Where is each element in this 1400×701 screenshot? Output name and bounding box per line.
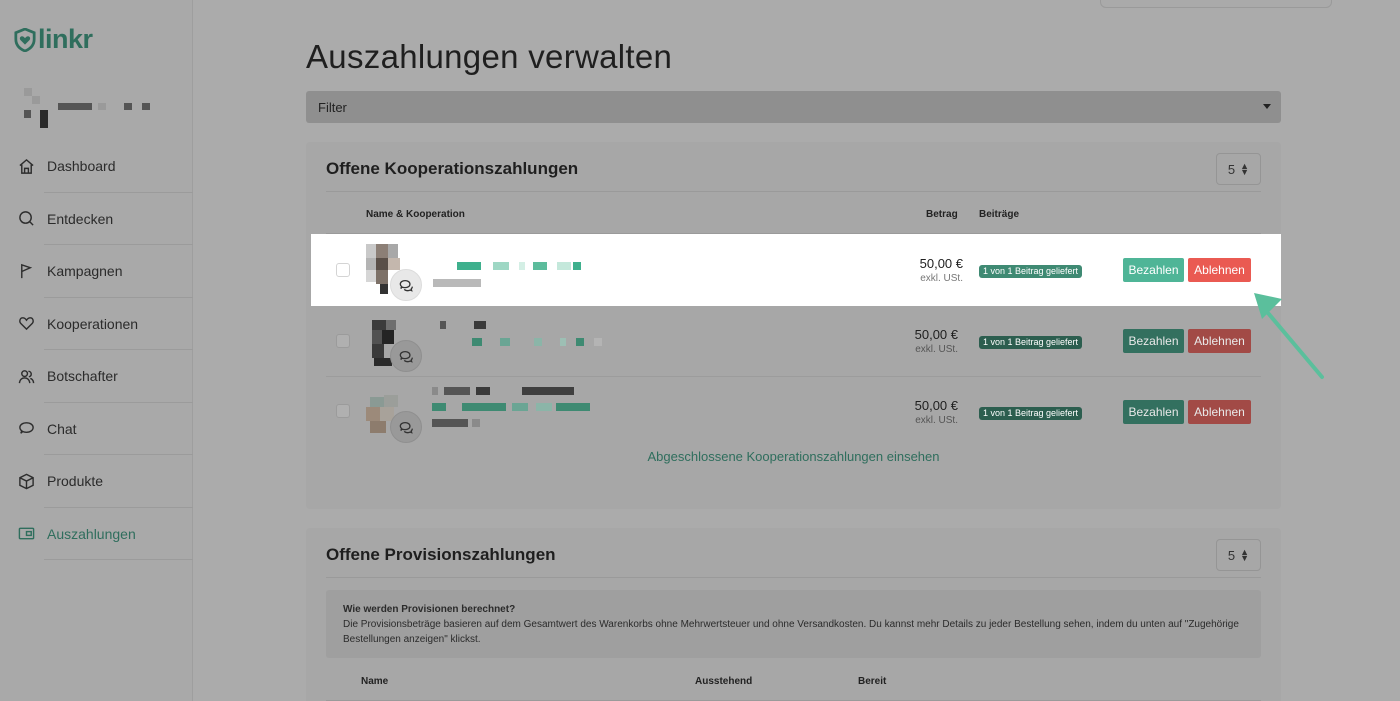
tax-note: exkl. USt. [915,344,958,355]
amount: 50,00 € exkl. USt. [920,256,963,284]
linkr-logo[interactable]: linkr [14,24,93,55]
info-text: Die Provisionsbeträge basieren auf dem G… [343,619,1239,645]
cooperation-name-blurred [432,387,582,395]
sidebar-item-label: Auszahlungen [47,525,136,542]
tax-note: exkl. USt. [915,415,958,426]
sort-arrows-icon: ▲ ▼ [1240,161,1250,177]
row-checkbox[interactable] [336,263,350,277]
chat-icon [399,279,413,292]
sidebar-nav: Dashboard Entdecken Kampagnen Kooperatio… [0,140,193,560]
amount-value: 50,00 € [919,256,963,271]
search-icon [18,210,35,227]
sidebar-item-label: Dashboard [47,158,116,175]
pay-button[interactable]: Bezahlen [1123,400,1184,424]
chat-icon [18,420,35,437]
creator-name-blurred [432,403,602,411]
annotation-arrow-icon [1254,293,1324,379]
page-size-value: 5 [1227,161,1236,177]
account-dropdown-edge[interactable] [1100,0,1332,8]
creator-name-blurred [440,338,610,346]
cooperation-name-blurred [440,321,490,329]
reject-button[interactable]: Ablehnen [1188,400,1251,424]
brand-name: linkr [38,24,93,54]
wallet-icon [18,525,35,542]
filter-dropdown[interactable]: Filter [306,91,1281,123]
posts-status-badge: 1 von 1 Beitrag geliefert [979,265,1083,278]
caret-down-icon [1263,104,1271,109]
sidebar-item-label: Chat [47,420,77,437]
flag-icon [18,263,35,280]
profile-avatar-blurred[interactable] [24,88,164,130]
chat-button[interactable] [390,269,422,301]
chat-button[interactable] [390,411,422,443]
column-header-amount: Betrag [926,209,958,220]
heart-icon [18,315,35,332]
sort-arrows-icon: ▲ ▼ [1240,547,1250,563]
card-title: Offene Kooperationszahlungen [326,159,579,178]
info-title: Wie werden Provisionen berechnet? [343,604,516,615]
sidebar-item-kooperationen[interactable]: Kooperationen [0,298,193,351]
home-icon [18,158,35,175]
sidebar-item-kampagnen[interactable]: Kampagnen [0,245,193,298]
sidebar-item-chat[interactable]: Chat [0,403,193,456]
page-title: Auszahlungen verwalten [306,38,673,75]
column-header-posts: Beiträge [979,209,1020,220]
column-header-name: Name & Kooperation [366,209,465,220]
sidebar-item-auszahlungen[interactable]: Auszahlungen [0,508,193,561]
row-checkbox[interactable] [336,404,350,418]
posts-status-badge: 1 von 1 Beitrag geliefert [979,407,1083,420]
page-size-value: 5 [1227,547,1236,563]
creator-handle-blurred [432,419,482,427]
shield-heart-icon [14,27,36,52]
posts-status-badge: 1 von 1 Beitrag geliefert [979,336,1083,349]
divider [326,191,1261,192]
chat-icon [399,350,413,363]
row-checkbox[interactable] [336,334,350,348]
closed-payments-link[interactable]: Abgeschlossene Kooperationszahlungen ein… [306,449,1281,464]
column-header-name: Name [361,676,389,687]
divider [326,577,1261,578]
pay-button[interactable]: Bezahlen [1123,329,1184,353]
sidebar-item-label: Botschafter [47,368,118,385]
sidebar: linkr Dashboard Entdecken Kampagnen Koop… [0,0,193,701]
table-row: 50,00 € exkl. USt. 1 von 1 Beitrag gelie… [306,377,1281,443]
sidebar-item-produkte[interactable]: Produkte [0,455,193,508]
amount-value: 50,00 € [914,398,958,413]
chat-button[interactable] [390,340,422,372]
creator-name-blurred [433,279,483,287]
chat-icon [399,421,413,434]
table-row: 50,00 € exkl. USt. 1 von 1 Beitrag gelie… [306,306,1281,377]
column-header-ready: Bereit [858,676,887,687]
reject-button[interactable]: Ablehnen [1188,258,1251,282]
box-icon [18,473,35,490]
amount-value: 50,00 € [914,327,958,342]
tax-note: exkl. USt. [920,273,963,284]
sidebar-item-label: Produkte [47,473,104,490]
page-size-select[interactable]: 5 ▲ ▼ [1216,539,1261,571]
commission-info-box: Wie werden Provisionen berechnet? Die Pr… [326,590,1261,658]
pay-button[interactable]: Bezahlen [1123,258,1184,282]
filter-label: Filter [318,99,347,115]
table-row: 50,00 € exkl. USt. 1 von 1 Beitrag gelie… [311,234,1281,306]
sidebar-item-dashboard[interactable]: Dashboard [0,140,193,193]
sidebar-item-label: Kampagnen [47,263,123,280]
sidebar-item-label: Entdecken [47,210,114,227]
amount: 50,00 € exkl. USt. [915,398,958,426]
page-size-select[interactable]: 5 ▲ ▼ [1216,153,1261,185]
card-title: Offene Provisionszahlungen [326,545,556,564]
users-icon [18,368,35,385]
commission-payments-card: Offene Provisionszahlungen 5 ▲ ▼ Wie werd… [306,528,1281,701]
sidebar-item-botschafter[interactable]: Botschafter [0,350,193,403]
cooperation-name-blurred [439,262,589,270]
column-header-pending: Ausstehend [695,676,753,687]
sidebar-item-label: Kooperationen [47,315,139,332]
sidebar-item-entdecken[interactable]: Entdecken [0,193,193,246]
amount: 50,00 € exkl. USt. [915,327,958,355]
